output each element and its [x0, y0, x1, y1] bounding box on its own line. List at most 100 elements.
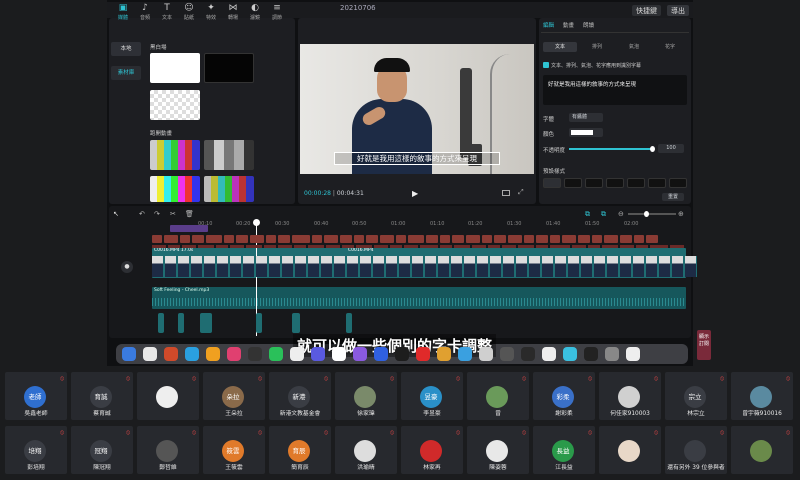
- track-cover-icon[interactable]: ●: [121, 261, 133, 273]
- tab-effects[interactable]: ✦ 特效: [200, 3, 222, 21]
- participant-tile[interactable]: ⦸: [599, 426, 661, 474]
- font-select[interactable]: 有醬體: [569, 113, 603, 122]
- fullscreen-icon[interactable]: ⤢: [518, 188, 524, 197]
- subtab-text[interactable]: 文本: [543, 42, 577, 52]
- split-icon[interactable]: ✂: [170, 210, 176, 218]
- subtitle-clip[interactable]: [426, 235, 438, 243]
- dock-app-icon[interactable]: [584, 347, 598, 361]
- subtitle-clip-alt[interactable]: [326, 245, 340, 248]
- magnet-icon[interactable]: ⧉: [585, 210, 590, 219]
- participant-tile[interactable]: 林家再 ⦸: [401, 426, 463, 474]
- color-bars-thumb-3[interactable]: [204, 176, 254, 202]
- ratio-icon[interactable]: [502, 190, 510, 196]
- dock-app-icon[interactable]: [332, 347, 346, 361]
- subtitle-clip-alt[interactable]: [636, 245, 648, 248]
- subtitle-clip[interactable]: [592, 235, 602, 243]
- dock-app-icon[interactable]: [605, 347, 619, 361]
- subtitle-clip[interactable]: [192, 235, 204, 243]
- subtitle-clip[interactable]: [224, 235, 234, 243]
- sfx-clip[interactable]: [200, 313, 212, 333]
- preset-style[interactable]: [543, 178, 561, 188]
- tab-sticker[interactable]: ☺ 貼紙: [178, 3, 200, 21]
- subtitle-clip[interactable]: [312, 235, 322, 243]
- color-picker[interactable]: [569, 128, 603, 137]
- subtitle-clip-alt[interactable]: [518, 245, 534, 248]
- subtitle-clip-alt[interactable]: [572, 245, 586, 248]
- participant-tile[interactable]: 培翔 彭培翔 ⦸: [5, 426, 67, 474]
- participant-tile[interactable]: 育辰 簡育辰 ⦸: [269, 426, 331, 474]
- subtitle-box[interactable]: 好就是我用這樣的敘事的方式來呈現: [334, 152, 500, 165]
- zoom-handle[interactable]: [644, 211, 649, 217]
- subtitle-clip-alt[interactable]: [536, 245, 548, 248]
- zoom-in-icon[interactable]: ⊕: [678, 210, 684, 218]
- dock-app-icon[interactable]: [185, 347, 199, 361]
- subtitle-clip[interactable]: [482, 235, 492, 243]
- subtitle-clip-alt[interactable]: [308, 245, 324, 248]
- preset-style[interactable]: [564, 178, 582, 188]
- subtitle-clip-alt[interactable]: [404, 245, 418, 248]
- preset-style[interactable]: [585, 178, 603, 188]
- tab-media[interactable]: ▣ 媒體: [112, 3, 134, 21]
- dock-app-icon[interactable]: [563, 347, 577, 361]
- subtitle-clip-alt[interactable]: [440, 245, 452, 248]
- dock-app-icon[interactable]: [227, 347, 241, 361]
- sfx-clip[interactable]: [292, 313, 300, 333]
- participant-tile[interactable]: 宗立 林宗立 ⦸: [665, 372, 727, 420]
- opacity-handle[interactable]: [650, 146, 655, 152]
- subtitle-clip-alt[interactable]: [198, 245, 214, 248]
- dock-app-icon[interactable]: [395, 347, 409, 361]
- subtitle-clip-alt[interactable]: [620, 245, 634, 248]
- subtitle-clip[interactable]: [324, 235, 338, 243]
- test-card-thumb[interactable]: [204, 140, 254, 170]
- subtitle-clip-alt[interactable]: [550, 245, 570, 248]
- sfx-clip[interactable]: [158, 313, 164, 333]
- dock-app-icon[interactable]: [479, 347, 493, 361]
- link-icon[interactable]: ⧉: [601, 210, 606, 219]
- subtitle-clip-alt[interactable]: [602, 245, 618, 248]
- subtitle-clip[interactable]: [508, 235, 522, 243]
- opacity-value[interactable]: 100: [658, 144, 684, 153]
- subtitle-clip[interactable]: [278, 235, 290, 243]
- shortcut-button[interactable]: 快捷鍵: [632, 5, 661, 16]
- subtitle-clip[interactable]: [340, 235, 352, 243]
- text-input[interactable]: 好就是我用這樣的敘事的方式來呈現: [543, 75, 687, 105]
- dock-app-icon[interactable]: [311, 347, 325, 361]
- sfx-clip[interactable]: [346, 313, 352, 333]
- participant-tile[interactable]: 曾宇薇910016 ⦸: [731, 372, 793, 420]
- participant-tile[interactable]: ⦸: [731, 426, 793, 474]
- dock-app-icon[interactable]: [542, 347, 556, 361]
- dock-app-icon[interactable]: [458, 347, 472, 361]
- subtitle-clip[interactable]: [408, 235, 424, 243]
- subtitle-clip-alt[interactable]: [278, 245, 292, 248]
- subtitle-clip-alt[interactable]: [342, 245, 354, 248]
- nav-local[interactable]: 本地: [111, 42, 141, 56]
- dock-app-icon[interactable]: [353, 347, 367, 361]
- participant-tile[interactable]: 彩柔 謝彩柔 ⦸: [533, 372, 595, 420]
- sfx-clip[interactable]: [256, 313, 262, 333]
- tab-text[interactable]: T 文本: [156, 3, 178, 21]
- subtitle-clip-alt[interactable]: [374, 245, 388, 248]
- subtitle-clip[interactable]: [562, 235, 576, 243]
- subtitle-clip-alt[interactable]: [650, 245, 668, 248]
- subtitle-clip[interactable]: [604, 235, 618, 243]
- playhead-handle[interactable]: [253, 219, 260, 226]
- dock-app-icon[interactable]: [206, 347, 220, 361]
- participant-tile[interactable]: 冠翔 陳冠翔 ⦸: [71, 426, 133, 474]
- subtitle-clip[interactable]: [152, 235, 162, 243]
- dock-app-icon[interactable]: [416, 347, 430, 361]
- preset-style[interactable]: [648, 178, 666, 188]
- subtitle-clip[interactable]: [396, 235, 406, 243]
- color-bars-thumb-2[interactable]: [150, 176, 200, 202]
- subtitle-clip[interactable]: [380, 235, 394, 243]
- dock-app-icon[interactable]: [143, 347, 157, 361]
- subtitle-clip-alt[interactable]: [182, 245, 196, 248]
- participant-tile[interactable]: 徐家瑋 ⦸: [335, 372, 397, 420]
- participant-tile[interactable]: 育誠 蔡育誠 ⦸: [71, 372, 133, 420]
- audio-track[interactable]: Soft Feeling - Cheel.mp3: [152, 287, 686, 309]
- dock-app-icon[interactable]: [248, 347, 262, 361]
- dock-app-icon[interactable]: [269, 347, 283, 361]
- white-field-thumb[interactable]: [150, 53, 200, 83]
- zoom-slider[interactable]: [628, 211, 676, 217]
- transparent-thumb[interactable]: [150, 90, 200, 120]
- dock-app-icon[interactable]: [164, 347, 178, 361]
